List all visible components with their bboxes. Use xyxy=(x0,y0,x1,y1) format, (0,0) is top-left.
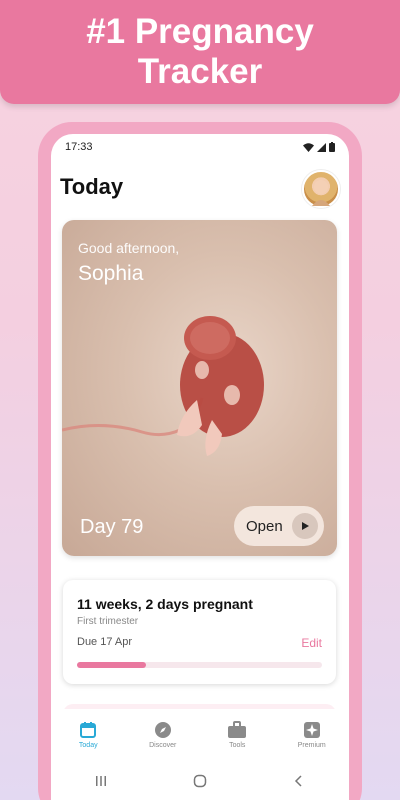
tab-today-label: Today xyxy=(78,742,98,749)
progress-fill xyxy=(77,662,146,668)
tab-today[interactable]: Today xyxy=(53,721,123,749)
pregnancy-progress-card[interactable]: 11 weeks, 2 days pregnant First trimeste… xyxy=(63,580,336,684)
trimester-label: First trimester xyxy=(77,616,139,627)
avatar[interactable] xyxy=(302,170,340,208)
greeting-text: Good afternoon, xyxy=(78,240,180,256)
battery-icon xyxy=(329,142,335,152)
sparkle-icon xyxy=(303,722,320,738)
edit-button[interactable]: Edit xyxy=(301,636,322,650)
home-icon[interactable] xyxy=(193,774,207,788)
calendar-icon xyxy=(80,722,97,738)
pregnancy-progress-bar xyxy=(77,662,322,668)
hero-card[interactable]: Good afternoon, Sophia Day 79 Open xyxy=(62,220,337,556)
tab-premium[interactable]: Premium xyxy=(277,721,347,749)
tab-discover[interactable]: Discover xyxy=(128,721,198,749)
tab-tools-label: Tools xyxy=(229,742,246,749)
weeks-pregnant-text: 11 weeks, 2 days pregnant xyxy=(77,596,253,612)
status-bar: 17:33 xyxy=(51,134,349,160)
profile-photo-icon xyxy=(312,180,330,206)
briefcase-icon xyxy=(228,721,247,738)
bottom-tab-bar: Today Discover Tools Premium xyxy=(51,709,349,761)
banner-title-line1: #1 Pregnancy xyxy=(86,12,314,51)
recent-apps-icon[interactable] xyxy=(94,774,108,788)
wifi-icon xyxy=(303,142,314,152)
due-date: Due 17 Apr xyxy=(77,636,133,648)
tab-discover-label: Discover xyxy=(149,742,177,749)
open-button[interactable]: Open xyxy=(234,506,324,546)
status-icons xyxy=(303,142,335,152)
play-icon xyxy=(292,513,318,539)
page-title: Today xyxy=(60,174,124,199)
status-time: 17:33 xyxy=(65,141,93,153)
phone-screen: 17:33 Today Good afternoon, Sophia Day 7… xyxy=(51,134,349,800)
banner-title-line2: Tracker xyxy=(137,52,263,91)
signal-icon xyxy=(317,142,326,152)
promo-banner: #1 Pregnancy Tracker xyxy=(0,0,400,104)
tab-tools[interactable]: Tools xyxy=(202,721,272,749)
back-icon[interactable] xyxy=(292,774,306,788)
day-counter: Day 79 xyxy=(80,516,144,538)
tab-premium-label: Premium xyxy=(297,742,326,749)
user-name: Sophia xyxy=(78,262,144,285)
system-nav-bar xyxy=(51,761,349,800)
open-button-label: Open xyxy=(246,517,283,535)
compass-icon xyxy=(154,722,171,738)
